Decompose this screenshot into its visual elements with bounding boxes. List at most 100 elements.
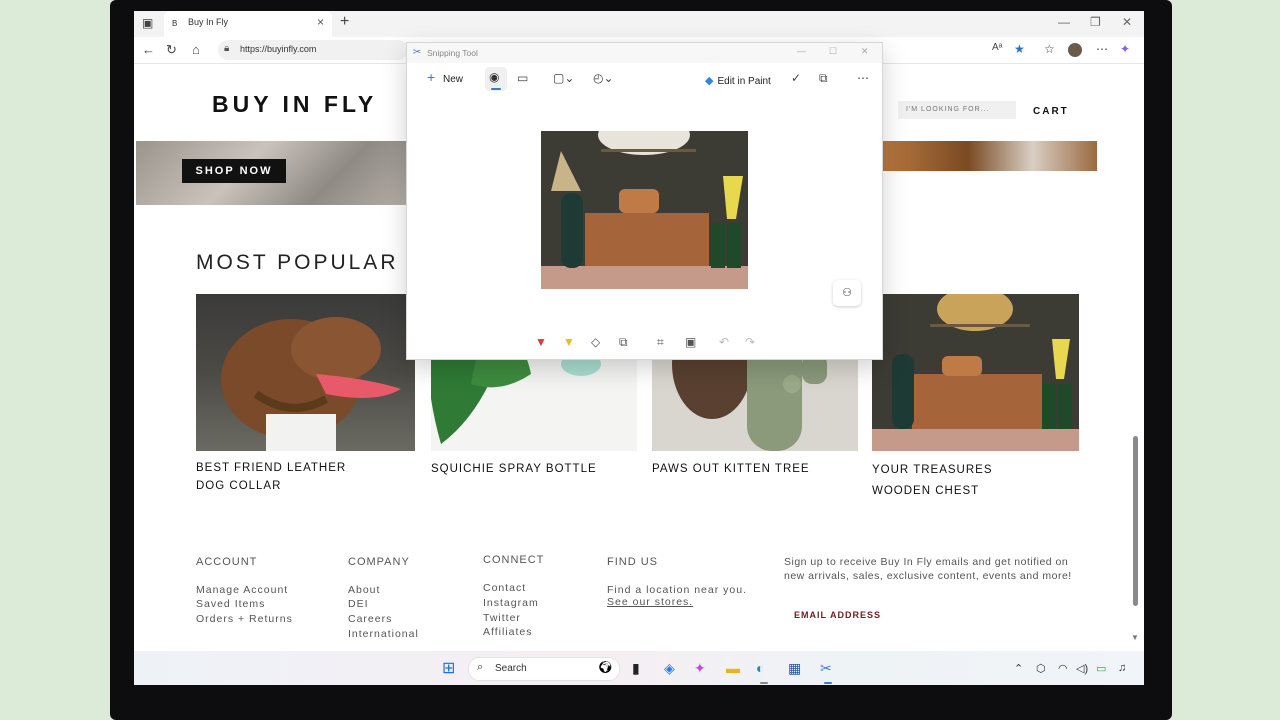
snip-shape-icon[interactable]: ▢⌄ (553, 71, 574, 85)
redo-icon[interactable]: ↷ (745, 335, 755, 349)
close-window-icon[interactable]: ✕ (1122, 15, 1132, 29)
text-extract-icon[interactable]: ▣ (685, 335, 696, 349)
edge-running-indicator (760, 682, 768, 684)
shop-now-button[interactable]: SHOP NOW (182, 159, 286, 183)
store-icon[interactable]: ▦ (788, 660, 801, 677)
product-name-wooden-chest[interactable]: YOUR TREASURES WOODEN CHEST (872, 460, 993, 502)
product-name-line: WOODEN CHEST (872, 485, 980, 497)
footer-link-orders-returns[interactable]: Orders + Returns (196, 613, 293, 625)
dog-illustration (221, 317, 401, 451)
copilot-taskbar-icon[interactable]: ✦ (694, 660, 706, 677)
footer-link-instagram[interactable]: Instagram (483, 597, 539, 609)
footer-link-about[interactable]: About (348, 584, 380, 596)
tab-title: Buy In Fly (188, 17, 229, 27)
undo-icon[interactable]: ↶ (719, 335, 729, 349)
screenshot-mode-button[interactable]: ◉ (485, 67, 507, 91)
eraser-icon[interactable]: ◇ (591, 335, 600, 349)
plus-icon: + (427, 69, 436, 85)
more-icon[interactable]: ⋯ (1096, 42, 1108, 56)
hero-image-furniture (882, 141, 1097, 171)
footer-link-international[interactable]: International (348, 628, 419, 640)
wifi-icon[interactable]: ◠ (1058, 662, 1068, 675)
snipping-tool-title: Snipping Tool (427, 48, 478, 58)
snipping-tool-taskbar-icon[interactable]: ✂ (820, 660, 832, 677)
text-actions-button[interactable]: ⚇ (833, 280, 861, 306)
product-name-dog-collar[interactable]: BEST FRIEND LEATHER DOG COLLAR (196, 459, 346, 495)
copilot-icon[interactable]: ✦ (1120, 42, 1130, 56)
snipping-tool-window: ✂ Snipping Tool — ☐ ✕ + New ◉ ▭ ▢⌄ ◴⌄ ◆ E… (406, 42, 883, 360)
snip-close-icon[interactable]: ✕ (861, 46, 869, 57)
show-hidden-icons-icon[interactable]: ⌃ (1014, 662, 1023, 675)
cart-link[interactable]: CART (1033, 106, 1069, 117)
delay-timer-icon[interactable]: ◴⌄ (593, 71, 614, 85)
snip-maximize-icon[interactable]: ☐ (829, 46, 837, 57)
edit-in-paint-button[interactable]: ◆ Edit in Paint (705, 71, 771, 89)
edge-icon[interactable]: ◐ (756, 660, 764, 676)
email-address-input[interactable]: EMAIL ADDRESS (794, 610, 881, 620)
widgets-icon[interactable]: ◈ (664, 660, 675, 677)
footer-link-careers[interactable]: Careers (348, 613, 392, 625)
ballpoint-pen-icon[interactable]: ▼ (535, 335, 547, 349)
windows-taskbar: ⊞ ⌕ Search 🌍︎ ▮ ◈ ✦ ▬ ◐ ▦ ✂ ⌃ ⬡ ◠ ◁) ▭ ♫ (134, 651, 1144, 685)
page-scrollbar[interactable] (1133, 436, 1138, 606)
minimize-icon[interactable]: — (1058, 15, 1070, 29)
favorite-star-icon[interactable]: ★ (1014, 42, 1025, 56)
restore-icon[interactable]: ❐ (1090, 15, 1101, 29)
footer-link-twitter[interactable]: Twitter (483, 612, 521, 624)
network-app-icon[interactable]: ⬡ (1036, 662, 1046, 675)
site-logo[interactable]: BUY IN FLY (212, 91, 377, 118)
product-image-dog-collar[interactable] (196, 294, 415, 451)
footer-link-saved-items[interactable]: Saved Items (196, 598, 265, 610)
footer-connect-title: CONNECT (483, 554, 545, 566)
copy-icon[interactable]: ⧉ (819, 71, 828, 86)
selected-indicator (491, 88, 501, 90)
scroll-down-icon[interactable]: ▼ (1131, 633, 1139, 642)
captured-chest-image (541, 131, 748, 289)
footer-link-contact[interactable]: Contact (483, 582, 526, 594)
back-icon[interactable]: ← (142, 42, 155, 57)
save-check-icon[interactable]: ✓ (791, 71, 801, 85)
footer-account-title: ACCOUNT (196, 556, 258, 568)
video-mode-icon[interactable]: ▭ (517, 71, 528, 85)
footer-company-title: COMPANY (348, 556, 410, 568)
product-name-line: DOG COLLAR (196, 480, 282, 492)
more-options-icon[interactable]: ⋯ (857, 71, 869, 85)
snipping-tool-titlebar: ✂ Snipping Tool — ☐ ✕ (407, 43, 882, 63)
new-snip-button[interactable]: + New (421, 69, 471, 90)
new-tab-icon[interactable]: + (340, 13, 349, 31)
product-name-kitten-tree[interactable]: PAWS OUT KITTEN TREE (652, 460, 810, 478)
crop-icon[interactable]: ⌗ (657, 335, 664, 350)
footer-see-stores-link[interactable]: See our stores. (607, 596, 693, 608)
site-search-input[interactable]: I'M LOOKING FOR... (898, 101, 1016, 119)
snipping-tool-running-indicator (824, 682, 832, 684)
notifications-bell-icon[interactable]: ♫ (1118, 662, 1126, 674)
refresh-icon[interactable]: ↻ (166, 42, 177, 58)
home-icon[interactable]: ⌂ (192, 42, 200, 57)
file-explorer-icon[interactable]: ▬ (726, 660, 740, 676)
close-tab-icon[interactable]: × (317, 15, 324, 29)
url-field[interactable]: 🔒︎ https://buyinfly.com (218, 40, 408, 60)
favorites-icon[interactable]: ☆ (1044, 42, 1055, 56)
volume-icon[interactable]: ◁) (1076, 662, 1088, 675)
profile-avatar[interactable] (1068, 43, 1082, 57)
footer-link-dei[interactable]: DEI (348, 598, 369, 610)
snip-minimize-icon[interactable]: — (797, 46, 806, 56)
url-text: https://buyinfly.com (240, 44, 317, 54)
taskbar-search-box[interactable]: ⌕ Search 🌍︎ (468, 657, 620, 681)
footer-link-manage-account[interactable]: Manage Account (196, 584, 288, 596)
browser-tab-bar: ▣ B Buy In Fly × + — ❐ ✕ (134, 11, 1144, 37)
battery-icon[interactable]: ▭ (1096, 662, 1106, 675)
tab-actions-icon[interactable]: ▣ (142, 16, 153, 30)
shapes-icon[interactable]: ⧉ (619, 335, 628, 350)
highlighter-icon[interactable]: ▼ (563, 335, 575, 349)
signup-text: Sign up to receive Buy In Fly emails and… (784, 556, 1072, 582)
read-aloud-icon[interactable]: Aᵃ (992, 42, 1002, 53)
start-windows-icon[interactable]: ⊞ (442, 658, 455, 678)
footer-link-affiliates[interactable]: Affiliates (483, 626, 533, 638)
product-name-spray-bottle[interactable]: SQUICHIE SPRAY BOTTLE (431, 460, 597, 478)
browser-tab[interactable]: B Buy In Fly × (164, 11, 332, 37)
product-name-line: SQUICHIE SPRAY BOTTLE (431, 463, 597, 475)
search-highlight-icon: 🌍︎ (597, 660, 613, 674)
task-view-icon[interactable]: ▮ (632, 660, 640, 677)
product-image-wooden-chest[interactable] (872, 294, 1079, 451)
